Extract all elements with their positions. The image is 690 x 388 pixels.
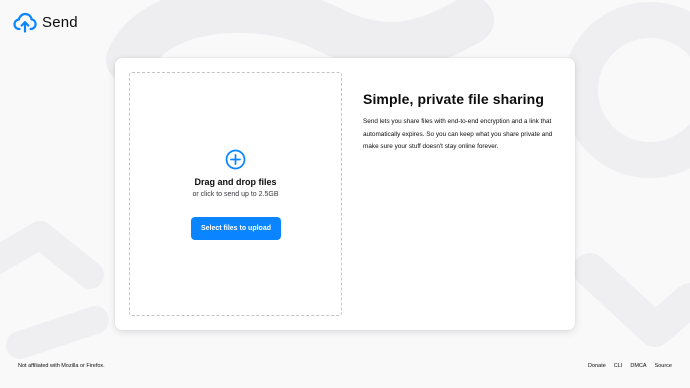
intro-title: Simple, private file sharing xyxy=(363,91,544,107)
footer-link-source[interactable]: Source xyxy=(655,363,672,369)
cloud-upload-icon[interactable] xyxy=(13,11,37,33)
footer-link-dmca[interactable]: DMCA xyxy=(630,363,646,369)
dropzone-subtitle: or click to send up to 2.5GB xyxy=(192,191,279,198)
main-card: Drag and drop files or click to send up … xyxy=(115,58,575,330)
app-header: Send xyxy=(13,10,78,34)
footer-link-donate[interactable]: Donate xyxy=(588,363,606,369)
footer-links: Donate CLI DMCA Source xyxy=(588,363,672,369)
footer-link-cli[interactable]: CLI xyxy=(614,363,623,369)
brand-name[interactable]: Send xyxy=(42,14,78,31)
plus-circle-icon[interactable] xyxy=(225,149,246,170)
dropzone-title: Drag and drop files xyxy=(194,177,277,187)
intro-section: Simple, private file sharing Send lets y… xyxy=(363,91,558,154)
footer-disclaimer: Not affiliated with Mozilla or Firefox. xyxy=(18,363,105,369)
select-files-button[interactable]: Select files to upload xyxy=(191,217,281,240)
intro-description: Send lets you share files with end-to-en… xyxy=(363,118,553,151)
file-dropzone[interactable]: Drag and drop files or click to send up … xyxy=(129,72,342,316)
